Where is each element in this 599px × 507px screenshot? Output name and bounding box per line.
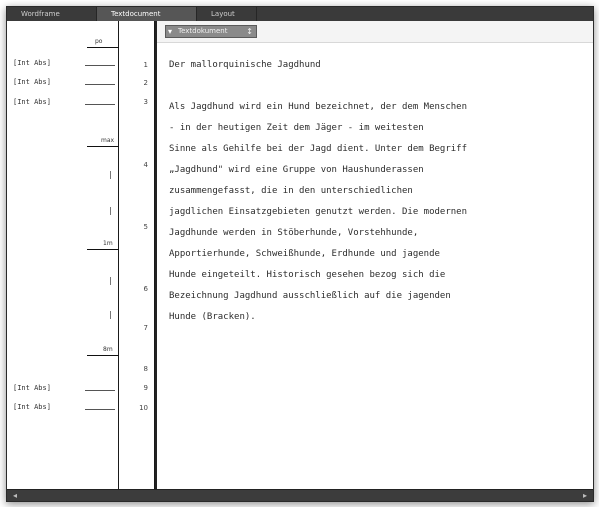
scroll-right-icon[interactable]: ▸ (579, 490, 591, 501)
text-line: Hunde eingeteilt. Historisch gesehen bez… (169, 270, 446, 280)
text-line (169, 76, 585, 97)
updown-arrow-icon: ↕ (246, 27, 253, 36)
line-number: 4 (143, 161, 148, 169)
horizontal-scrollbar[interactable]: ◂ ▸ (7, 489, 593, 501)
ruler-tick (110, 171, 111, 179)
tab-layout[interactable]: Layout (197, 7, 257, 21)
bracket-label: [Int Abs] (13, 59, 51, 67)
ruler-mark: max (101, 137, 115, 144)
text-line: jagdlichen Einsatzgebieten genutzt werde… (169, 207, 468, 217)
text-line: - in der heutigen Zeit dem Jäger - im we… (169, 123, 424, 133)
scroll-left-icon[interactable]: ◂ (9, 490, 21, 501)
bracket-label: [Int Abs] (13, 78, 51, 86)
bracket-label: [Int Abs] (13, 384, 51, 392)
tab-wordframe[interactable]: Wordframe (7, 7, 97, 21)
ruler-line (87, 146, 119, 147)
tick-line (85, 390, 115, 391)
ruler-tick (110, 207, 111, 215)
text-line: „Jagdhund" wird eine Gruppe von Haushund… (169, 165, 424, 175)
ruler-tick (110, 277, 111, 285)
document-text[interactable]: Der mallorquinische Jagdhund Als Jagdhun… (169, 55, 585, 328)
ruler-mark: po (95, 38, 103, 45)
list-item[interactable]: [Int Abs] (7, 384, 119, 396)
line-number: 9 (143, 384, 148, 392)
line-number: 2 (143, 79, 148, 87)
ruler-line (87, 249, 119, 250)
list-item[interactable]: [Int Abs] (7, 98, 119, 110)
text-line: Jagdhunde werden in Stöberhunde, Vorsteh… (169, 228, 419, 238)
text-line: zusammengefasst, die in den unterschiedl… (169, 186, 413, 196)
bracket-label: [Int Abs] (13, 98, 51, 106)
text-line: Als Jagdhund wird ein Hund bezeichnet, d… (169, 102, 468, 112)
text-line: Der mallorquinische Jagdhund (169, 60, 321, 70)
dropdown-value: Textdokument (178, 27, 228, 35)
text-line: Sinne als Gehilfe bei der Jagd dient. Un… (169, 144, 468, 154)
text-line: Bezeichnung Jagdhund ausschließlich auf … (169, 291, 451, 301)
chevron-down-icon: ▾ (168, 27, 173, 36)
text-line: Hunde (Bracken). (169, 312, 256, 322)
ruler-panel: po [Int Abs] [Int Abs] [Int Abs] max 1m … (7, 21, 119, 491)
line-number: 3 (143, 98, 148, 106)
line-number: 5 (143, 223, 148, 231)
ruler-tick (110, 311, 111, 319)
list-item[interactable]: [Int Abs] (7, 78, 119, 90)
ruler-line (87, 355, 119, 356)
text-editor[interactable]: ▾ Textdokument ↕ Der mallorquinische Jag… (155, 21, 593, 491)
app-window: Wordframe Textdocument Layout po [Int Ab… (6, 6, 594, 502)
tick-line (85, 65, 115, 66)
line-number: 6 (143, 285, 148, 293)
tab-bar: Wordframe Textdocument Layout (7, 7, 593, 21)
ruler-line (87, 47, 119, 48)
text-line: Apportierhunde, Schweißhunde, Erdhunde u… (169, 249, 440, 259)
ruler-mark: 1m (103, 240, 113, 247)
list-item[interactable]: [Int Abs] (7, 403, 119, 415)
tick-line (85, 84, 115, 85)
line-number: 7 (143, 324, 148, 332)
tick-line (85, 409, 115, 410)
line-number-gutter: 1 2 3 4 5 6 7 8 9 10 (119, 21, 155, 491)
line-number: 10 (139, 404, 148, 412)
bracket-label: [Int Abs] (13, 403, 51, 411)
editor-header: ▾ Textdokument ↕ (157, 21, 593, 43)
line-number: 1 (143, 61, 148, 69)
document-type-dropdown[interactable]: ▾ Textdokument ↕ (165, 25, 257, 38)
list-item[interactable]: [Int Abs] (7, 59, 119, 71)
tab-textdocument[interactable]: Textdocument (97, 7, 197, 21)
line-number: 8 (143, 365, 148, 373)
tick-line (85, 104, 115, 105)
ruler-mark: 8m (103, 346, 113, 353)
